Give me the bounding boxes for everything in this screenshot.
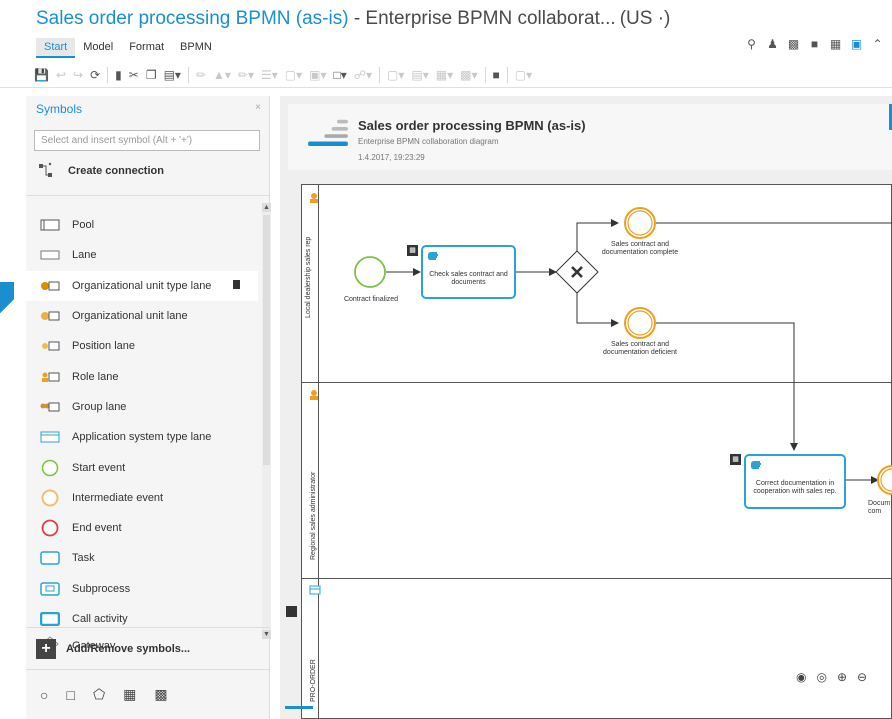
task-check-contract[interactable]: Check sales contract and documents <box>421 245 516 299</box>
app-window: Sales order processing BPMN (as-is) - En… <box>0 0 892 719</box>
event-deficient-label: Sales contract and documentation deficie… <box>603 341 677 356</box>
start-event-label: Contract finalized <box>343 296 399 303</box>
zoom-out-icon[interactable]: ⊖ <box>857 670 867 684</box>
event-complete-label: Sales contract and documentation complet… <box>601 241 679 256</box>
eye-icon[interactable]: ◉ <box>796 670 806 684</box>
task-badge-icon: ▦ <box>407 245 418 256</box>
manual-task-icon <box>751 461 761 469</box>
sequence-flow[interactable] <box>576 293 619 327</box>
scroll-indicator[interactable] <box>285 706 313 709</box>
start-event[interactable] <box>354 256 386 288</box>
zoom-controls: ◉ ◎ ⊕ ⊖ <box>796 670 868 684</box>
pool-badge-icon <box>286 606 297 617</box>
task-label: Check sales contract and documents <box>429 271 508 286</box>
manual-task-icon <box>428 252 438 260</box>
event-cut-label: Docum com <box>868 500 891 515</box>
intermediate-event-cut[interactable] <box>877 465 892 495</box>
task-badge-icon: ▦ <box>730 454 741 465</box>
app-system-icon <box>309 585 321 595</box>
intermediate-event[interactable] <box>624 307 656 339</box>
zoom-in-icon[interactable]: ⊕ <box>837 670 847 684</box>
task-correct-documentation[interactable]: Correct documentation in cooperation wit… <box>744 454 846 509</box>
bpmn-diagram <box>309 193 892 595</box>
task-label: Correct documentation in cooperation wit… <box>753 480 837 495</box>
intermediate-event[interactable] <box>624 207 656 239</box>
role-icon <box>310 390 318 400</box>
role-icon <box>310 193 318 203</box>
zoom-fit-icon[interactable]: ◎ <box>816 670 826 684</box>
